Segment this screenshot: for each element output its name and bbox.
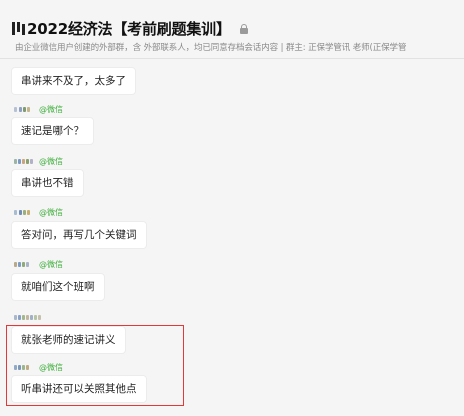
message-bubble[interactable]: 答对问，再写几个关键词 bbox=[12, 222, 146, 248]
group-icon bbox=[12, 21, 26, 37]
chat-header: 2022经济法【考前刷题集训】 由企业微信用户创建的外部群，含 外部联系人，均已… bbox=[0, 0, 464, 59]
blurred-sender-name bbox=[14, 314, 44, 321]
message-bubble[interactable]: 就咱们这个班啊 bbox=[12, 274, 104, 300]
wechat-tag: @微信 bbox=[39, 104, 63, 114]
highlight-box bbox=[6, 325, 184, 406]
chat-title-row: 2022经济法【考前刷题集训】 bbox=[12, 18, 248, 39]
chat-subtitle: 由企业微信用户创建的外部群，含 外部联系人，均已同意存档会话内容 | 群主: 正… bbox=[15, 43, 407, 53]
blurred-sender-name bbox=[14, 209, 36, 216]
sender-name: @微信 bbox=[14, 206, 63, 218]
blurred-sender-name bbox=[14, 106, 36, 113]
wechat-tag: @微信 bbox=[39, 156, 63, 166]
message-bubble[interactable]: 串讲也不错 bbox=[12, 170, 83, 196]
blurred-sender-name bbox=[14, 261, 36, 268]
blurred-sender-name bbox=[14, 158, 36, 165]
wechat-tag: @微信 bbox=[39, 259, 63, 269]
sender-name bbox=[14, 311, 44, 323]
wechat-tag: @微信 bbox=[39, 207, 63, 217]
message-bubble[interactable]: 速记是哪个？ bbox=[12, 118, 93, 144]
sender-name: @微信 bbox=[14, 103, 63, 115]
lock-icon bbox=[239, 23, 248, 34]
sender-name: @微信 bbox=[14, 258, 63, 270]
chat-title[interactable]: 2022经济法【考前刷题集训】 bbox=[27, 18, 231, 39]
message-bubble[interactable]: 串讲来不及了，太多了 bbox=[12, 68, 135, 94]
sender-name: @微信 bbox=[14, 155, 63, 167]
